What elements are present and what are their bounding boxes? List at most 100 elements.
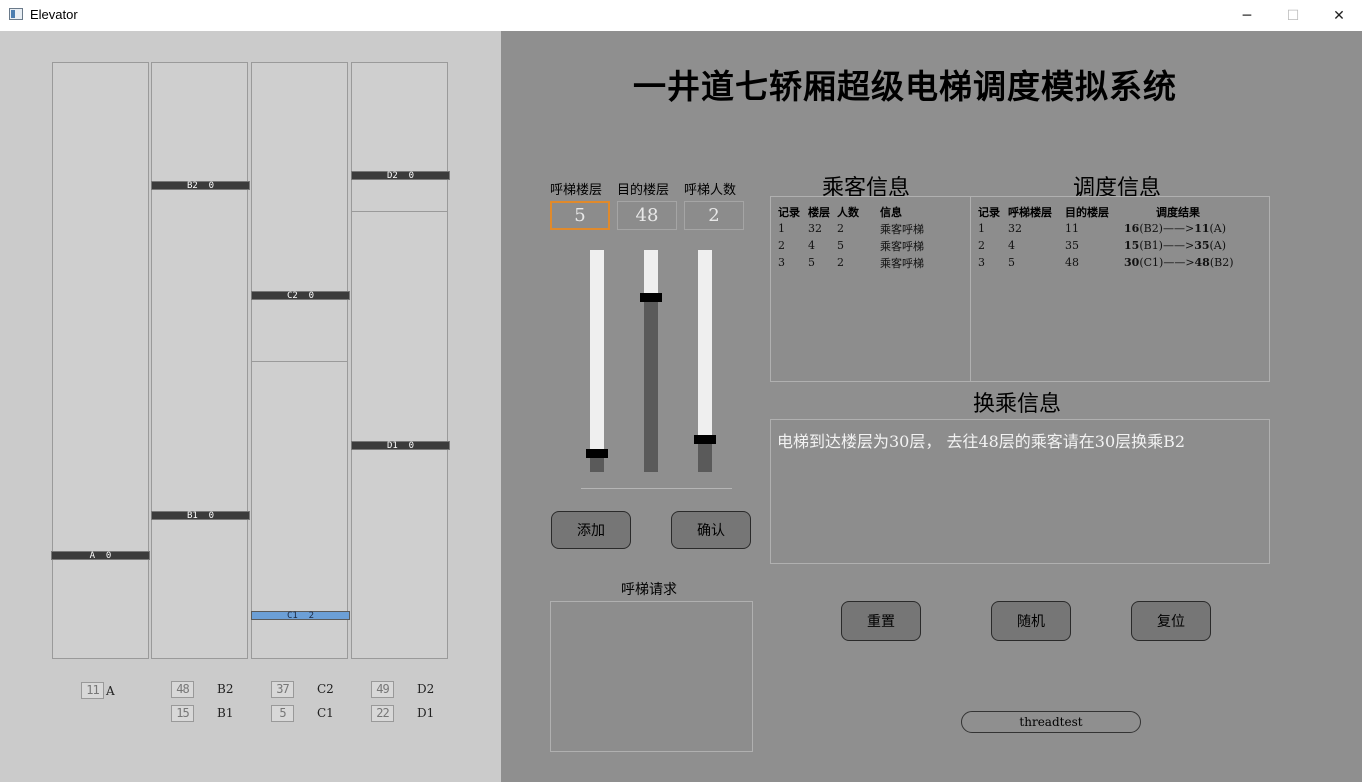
- display-b1: 15: [171, 705, 194, 722]
- car-b1: B1 0: [151, 511, 250, 521]
- passenger-table-header: 记录 楼层 人数 信息: [778, 203, 924, 220]
- shaft-d-divider: [352, 211, 447, 212]
- close-button[interactable]: ✕: [1316, 0, 1362, 31]
- cell: 2: [837, 256, 844, 269]
- target-floor-slider-handle[interactable]: [640, 293, 662, 302]
- cell: 4: [1008, 239, 1015, 252]
- reset-button[interactable]: 重置: [841, 601, 921, 641]
- table-row[interactable]: 1 32 2 乘客呼梯: [778, 220, 924, 237]
- threadtest-button[interactable]: threadtest: [961, 711, 1141, 733]
- col-result: 调度结果: [1156, 205, 1200, 219]
- display-d1: 22: [371, 705, 394, 722]
- shaft-c: [251, 62, 348, 659]
- cell: 乘客呼梯: [880, 239, 924, 253]
- target-floor-slider[interactable]: [644, 250, 658, 472]
- col-call-floor: 呼梯楼层: [1008, 205, 1052, 219]
- passenger-table: 记录 楼层 人数 信息 1 32 2 乘客呼梯 2 4 5 乘客呼梯 3 5 2…: [778, 203, 924, 271]
- people-slider-handle[interactable]: [694, 435, 716, 444]
- col-floor: 楼层: [808, 205, 830, 219]
- to-floor: 35: [1194, 239, 1210, 252]
- col-info: 信息: [880, 205, 902, 219]
- cell: 5: [808, 256, 815, 269]
- table-row[interactable]: 3 5 2 乘客呼梯: [778, 254, 924, 271]
- display-label-c1: C1: [317, 706, 334, 720]
- car-b2: B2 0: [151, 181, 250, 191]
- arrow: ——>: [1163, 256, 1195, 269]
- from-floor: 16: [1124, 222, 1140, 235]
- display-label-d2: D2: [417, 682, 435, 696]
- to-floor: 48: [1194, 256, 1210, 269]
- dispatch-table-header: 记录 呼梯楼层 目的楼层 调度结果: [978, 203, 1234, 220]
- call-floor-slider-handle[interactable]: [586, 449, 608, 458]
- call-floor-input[interactable]: 5: [550, 201, 610, 230]
- dispatch-info-table[interactable]: 记录 呼梯楼层 目的楼层 调度结果 1 32 11 16(B2)——>11(A)…: [970, 196, 1270, 382]
- title-bar: Elevator ─ ☐ ✕: [0, 0, 1362, 32]
- from-car: (B1): [1139, 239, 1163, 252]
- confirm-button[interactable]: 确认: [671, 511, 751, 549]
- cell: 2: [978, 239, 985, 252]
- display-d2: 49: [371, 681, 394, 698]
- target-floor-label: 目的楼层: [617, 183, 670, 198]
- people-input[interactable]: 2: [684, 201, 744, 230]
- call-floor-slider[interactable]: [590, 250, 604, 472]
- col-target-floor: 目的楼层: [1065, 205, 1109, 219]
- to-car: (A): [1209, 239, 1227, 252]
- cell: 3: [778, 256, 785, 269]
- table-row[interactable]: 3 5 48 30(C1)——>48(B2): [978, 254, 1234, 271]
- table-row[interactable]: 2 4 5 乘客呼梯: [778, 237, 924, 254]
- random-button[interactable]: 随机: [991, 601, 1071, 641]
- from-floor: 15: [1124, 239, 1140, 252]
- col-record: 记录: [978, 205, 1000, 219]
- display-label-a: A: [106, 684, 115, 698]
- to-car: (B2): [1209, 256, 1234, 269]
- transfer-message: 电梯到达楼层为30层， 去往48层的乘客请在30层换乘B2: [777, 432, 1186, 451]
- car-d1: D1 0: [351, 441, 450, 451]
- target-floor-slider-fill: [644, 250, 658, 295]
- shaft-c-divider: [252, 361, 347, 362]
- dispatch-table: 记录 呼梯楼层 目的楼层 调度结果 1 32 11 16(B2)——>11(A)…: [978, 203, 1234, 271]
- cell: 48: [1065, 256, 1079, 269]
- dispatch-result: 16(B2)——>11(A): [1124, 220, 1234, 237]
- display-b2: 48: [171, 681, 194, 698]
- cell: 32: [1008, 222, 1022, 235]
- cell: 2: [837, 222, 844, 235]
- display-c1: 5: [271, 705, 294, 722]
- dispatch-result: 15(B1)——>35(A): [1124, 237, 1234, 254]
- call-requests-list[interactable]: [550, 601, 753, 752]
- shaft-a: [52, 62, 149, 659]
- transfer-info-title: 换乘信息: [973, 392, 1062, 417]
- table-row[interactable]: 1 32 11 16(B2)——>11(A): [978, 220, 1234, 237]
- app-icon: [9, 8, 23, 20]
- dispatch-result: 30(C1)——>48(B2): [1124, 254, 1234, 271]
- from-car: (C1): [1139, 256, 1164, 269]
- to-car: (A): [1209, 222, 1227, 235]
- cell: 5: [837, 239, 844, 252]
- minimize-button[interactable]: ─: [1224, 0, 1270, 31]
- call-floor-label: 呼梯楼层: [550, 183, 603, 198]
- from-car: (B2): [1139, 222, 1163, 235]
- cell: 35: [1065, 239, 1079, 252]
- people-label: 呼梯人数: [684, 183, 737, 198]
- to-floor: 11: [1194, 222, 1210, 235]
- cell: 1: [778, 222, 785, 235]
- passenger-info-table[interactable]: 记录 楼层 人数 信息 1 32 2 乘客呼梯 2 4 5 乘客呼梯 3 5 2…: [770, 196, 971, 382]
- people-slider-fill: [698, 250, 712, 436]
- cell: 1: [978, 222, 985, 235]
- restore-button[interactable]: 复位: [1131, 601, 1211, 641]
- target-floor-input[interactable]: 48: [617, 201, 677, 230]
- transfer-info-box[interactable]: 电梯到达楼层为30层， 去往48层的乘客请在30层换乘B2: [770, 419, 1270, 564]
- cell: 3: [978, 256, 985, 269]
- cell: 2: [778, 239, 785, 252]
- arrow: ——>: [1162, 239, 1195, 252]
- add-button[interactable]: 添加: [551, 511, 631, 549]
- separator-line: [581, 488, 732, 489]
- maximize-button[interactable]: ☐: [1270, 0, 1316, 31]
- display-label-c2: C2: [317, 682, 334, 696]
- car-d2: D2 0: [351, 171, 450, 181]
- display-label-b2: B2: [217, 682, 234, 696]
- table-row[interactable]: 2 4 35 15(B1)——>35(A): [978, 237, 1234, 254]
- app-title: 一井道七轿厢超级电梯调度模拟系统: [633, 67, 1177, 106]
- call-requests-label: 呼梯请求: [621, 582, 677, 598]
- cell: 11: [1065, 222, 1079, 235]
- window-title: Elevator: [30, 7, 78, 22]
